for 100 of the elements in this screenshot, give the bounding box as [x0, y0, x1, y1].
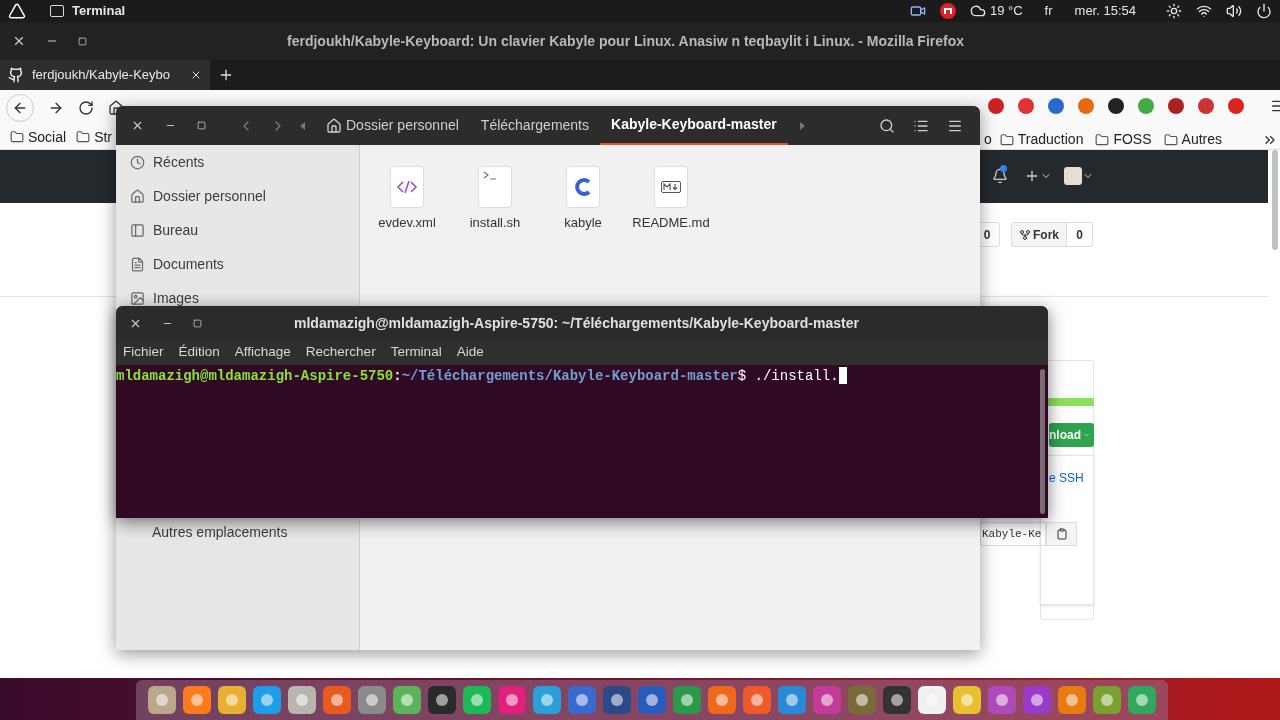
clock[interactable]: mer. 15:54	[1074, 1, 1136, 21]
camera-icon[interactable]	[909, 3, 926, 19]
app-launcher-icon[interactable]	[1058, 686, 1086, 714]
maximize-icon[interactable]	[78, 36, 87, 46]
window-title: mldamazigh@mldamazigh-Aspire-5750: ~/Téléchargements/Kabyle-Keyboard-master	[294, 313, 859, 333]
app-launcher-icon[interactable]	[288, 686, 316, 714]
script-file-icon	[479, 167, 511, 207]
browser-tab[interactable]: ferdjoukh/Kabyle-Keybo	[0, 60, 210, 90]
bell-icon[interactable]	[992, 168, 1008, 184]
app-launcher-icon[interactable]	[393, 686, 421, 714]
new-tab-icon[interactable]	[218, 67, 234, 83]
scrollbar[interactable]	[1040, 369, 1045, 514]
bookmark-folder[interactable]: Str	[76, 126, 113, 148]
cloud-icon[interactable]	[969, 3, 986, 19]
app-launcher-icon[interactable]	[603, 686, 631, 714]
wifi-icon[interactable]	[1196, 3, 1212, 19]
app-menu[interactable]: Terminal	[72, 1, 126, 21]
copy-button[interactable]	[1046, 522, 1077, 546]
app-launcher-icon[interactable]	[358, 686, 386, 714]
menu-item[interactable]: Terminal	[390, 342, 442, 363]
clone-url-field[interactable]: Kabyle-Ke	[980, 522, 1046, 546]
reload-icon[interactable]	[78, 99, 94, 116]
clipboard-icon	[1055, 528, 1068, 540]
app-launcher-icon[interactable]	[568, 686, 596, 714]
clock-icon	[130, 154, 145, 170]
close-icon[interactable]	[12, 34, 26, 48]
app-launcher-icon[interactable]	[463, 686, 491, 714]
sidebar-item[interactable]: Images	[130, 290, 345, 306]
app-launcher-icon[interactable]	[1128, 686, 1156, 714]
maximize-icon[interactable]	[193, 318, 202, 328]
brightness-icon[interactable]	[1166, 3, 1182, 19]
app-launcher-icon[interactable]	[883, 686, 911, 714]
app-launcher-icon[interactable]	[533, 686, 561, 714]
path-button[interactable]: Téléchargements	[469, 106, 600, 145]
search-icon[interactable]	[879, 117, 895, 134]
app-launcher-icon[interactable]	[1023, 686, 1051, 714]
file-item[interactable]: evdev.xml	[369, 167, 445, 231]
image-icon	[130, 290, 145, 306]
menu-item[interactable]: Aide	[456, 342, 484, 363]
plus-icon[interactable]	[1024, 168, 1040, 184]
menu-item[interactable]: Fichier	[123, 342, 164, 363]
home-icon	[130, 188, 145, 204]
menu-item[interactable]: Édition	[178, 342, 220, 363]
terminal-icon	[50, 5, 64, 17]
scrollbar[interactable]	[1272, 150, 1278, 250]
app-launcher-icon[interactable]	[638, 686, 666, 714]
sidebar-item[interactable]: Documents	[130, 256, 345, 272]
app-launcher-icon[interactable]	[148, 686, 176, 714]
menu-item[interactable]: Rechercher	[305, 342, 376, 363]
scroll-right-icon[interactable]	[799, 121, 805, 130]
app-launcher-icon[interactable]	[848, 686, 876, 714]
bookmark-folder[interactable]: FOSS	[1095, 129, 1152, 150]
file-item[interactable]: kabyle	[545, 167, 621, 231]
menu-item[interactable]: Affichage	[234, 342, 291, 363]
power-icon[interactable]	[1256, 3, 1272, 19]
ssh-link[interactable]: e SSH	[1049, 469, 1084, 487]
mail-icon[interactable]	[939, 3, 956, 19]
bookmark-folder[interactable]: Autres	[1163, 129, 1222, 150]
c-file-icon	[567, 167, 599, 207]
desktop-icon	[130, 222, 145, 238]
app-launcher-icon[interactable]	[778, 686, 806, 714]
keyboard-layout[interactable]: fr	[1044, 1, 1053, 21]
app-launcher-icon[interactable]	[1093, 686, 1121, 714]
app-launcher-icon[interactable]	[988, 686, 1016, 714]
sidebar-item[interactable]: Récents	[130, 154, 345, 170]
bookmark-folder[interactable]: Social	[10, 126, 67, 148]
close-tab-icon[interactable]	[190, 69, 202, 81]
close-icon[interactable]	[131, 119, 144, 132]
folder-icon	[76, 130, 91, 144]
folder-icon	[10, 130, 24, 144]
app-launcher-icon[interactable]	[183, 686, 211, 714]
fork-button[interactable]: Fork	[1011, 222, 1067, 247]
app-launcher-icon[interactable]	[918, 686, 946, 714]
app-launcher-icon[interactable]	[428, 686, 456, 714]
sidebar-item[interactable]: Dossier personnel	[130, 188, 345, 204]
app-launcher-icon[interactable]	[953, 686, 981, 714]
sidebar-item[interactable]: Bureau	[130, 222, 345, 238]
app-launcher-icon[interactable]	[498, 686, 526, 714]
app-launcher-icon[interactable]	[218, 686, 246, 714]
scroll-left-icon[interactable]	[300, 121, 305, 130]
sidebar-item[interactable]: Autres emplacements	[130, 524, 345, 540]
bookmark-folder[interactable]: Traduction	[999, 129, 1084, 150]
app-launcher-icon[interactable]	[708, 686, 736, 714]
bookmark-label[interactable]: o	[984, 129, 992, 150]
app-launcher-icon[interactable]	[253, 686, 281, 714]
extension-icon[interactable]	[1168, 98, 1184, 114]
folder-icon	[1163, 132, 1178, 147]
file-item[interactable]: install.sh	[457, 167, 533, 231]
launcher-icon[interactable]	[8, 2, 26, 20]
app-launcher-icon[interactable]	[813, 686, 841, 714]
app-launcher-icon[interactable]	[743, 686, 771, 714]
extension-icon[interactable]	[1108, 98, 1124, 114]
volume-icon[interactable]	[1226, 3, 1242, 19]
app-launcher-icon[interactable]	[673, 686, 701, 714]
temperature[interactable]: 19 °C	[989, 1, 1023, 21]
file-item[interactable]: README.md	[633, 167, 709, 231]
maximize-icon[interactable]	[197, 121, 206, 130]
window-title: ferdjoukh/Kabyle-Keyboard: Un clavier Kabyle pour Linux. Anasiw n teqbaylit i Linux. - Mozilla Firefox	[287, 31, 965, 51]
app-launcher-icon[interactable]	[323, 686, 351, 714]
path-button[interactable]: Dossier personnel	[315, 106, 470, 145]
